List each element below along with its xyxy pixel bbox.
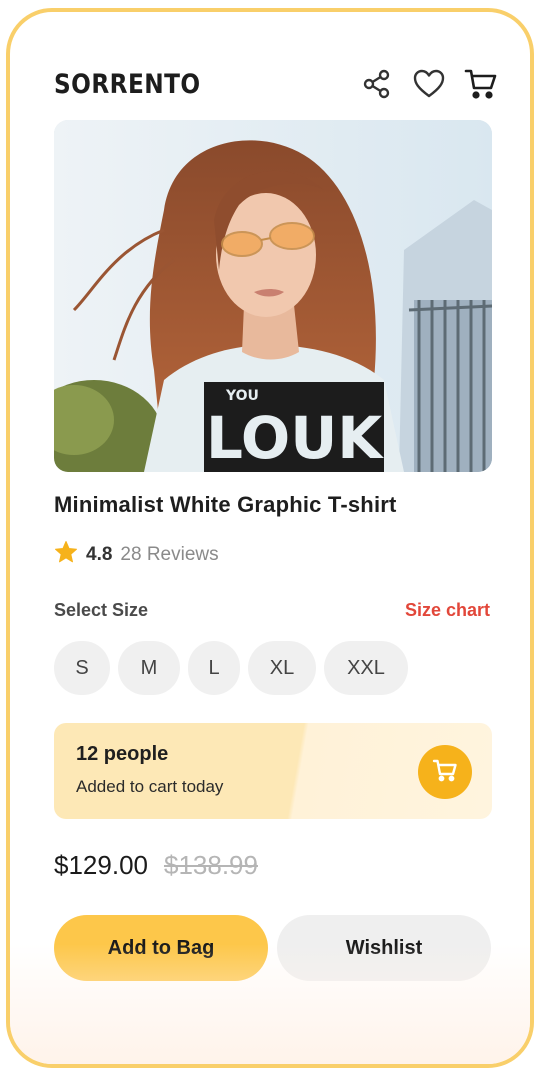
product-image: YOU LOUK [54,120,492,472]
size-options: S M L XL XXL [54,641,408,695]
share-icon[interactable] [360,67,394,101]
cart-icon [432,757,458,787]
current-price: $129.00 [54,850,148,880]
price-row: $129.00 $138.99 [54,850,258,881]
size-chart-link[interactable]: Size chart [405,600,490,621]
app-header: SORRENTO [54,64,498,104]
header-actions [360,67,498,101]
size-option-s[interactable]: S [54,641,110,695]
promo-count: 12 people [76,743,169,765]
rating-value: 4.8 [86,543,113,565]
rating: 4.8 28 Reviews [54,540,219,569]
cart-activity-banner: 12 people Added to cart today [54,723,492,819]
promo-subtext: Added to cart today [76,777,224,796]
size-option-m[interactable]: M [118,641,180,695]
star-icon [54,540,78,569]
size-option-l[interactable]: L [188,641,240,695]
cart-icon[interactable] [464,67,498,101]
shirt-text-top: YOU [225,388,259,404]
add-to-bag-button[interactable]: Add to Bag [54,915,268,981]
size-option-xxl[interactable]: XXL [324,641,408,695]
select-size-label: Select Size [54,600,149,620]
original-price: $138.99 [163,850,258,880]
phone-frame: SORRENTO YOU LOUK Minimalist White Graph… [6,8,534,1068]
heart-icon[interactable] [412,67,446,101]
product-title: Minimalist White Graphic T-shirt [54,492,397,517]
shirt-text: LOUK [206,404,384,472]
promo-cart-button[interactable] [418,745,472,799]
brand-logo: SORRENTO [54,68,201,100]
reviews-count[interactable]: 28 Reviews [120,544,218,566]
size-option-xl[interactable]: XL [248,641,316,695]
wishlist-button[interactable]: Wishlist [277,915,491,981]
